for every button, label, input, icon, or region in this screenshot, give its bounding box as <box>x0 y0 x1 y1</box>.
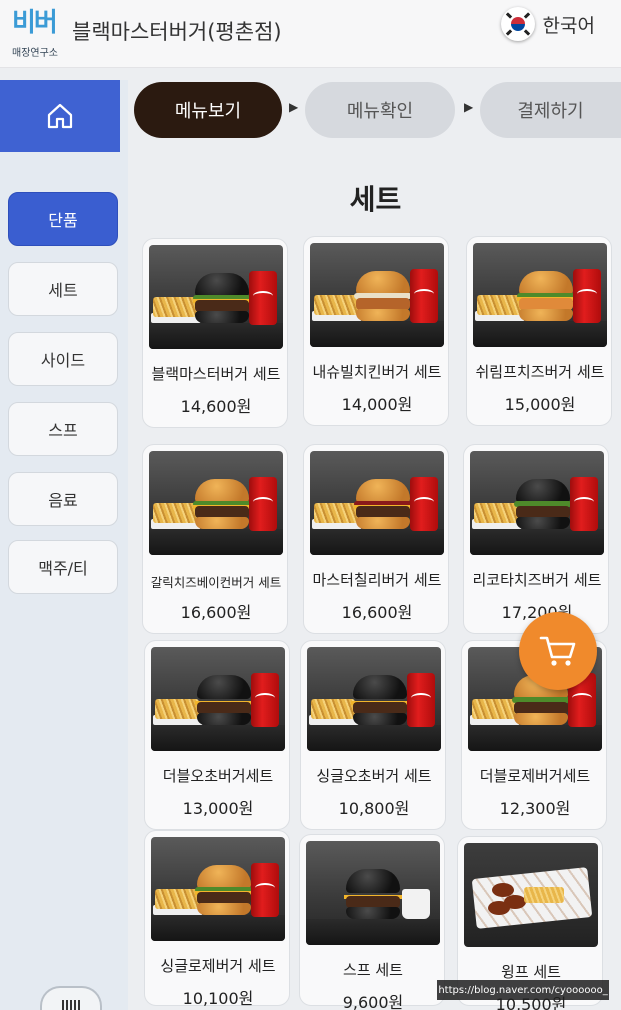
product-price: 16,600원 <box>180 603 252 622</box>
step-arrow-icon: ▶ <box>464 100 474 114</box>
product-price: 14,600원 <box>180 397 252 416</box>
top-bar: 비버 매장연구소 블랙마스터버거(평촌점) 한국어 <box>0 0 621 68</box>
product-name: 스프 세트 <box>343 961 403 979</box>
category-beer-tea[interactable]: 맥주/티 <box>8 540 118 594</box>
product-name: 쉬림프치즈버거 세트 <box>475 363 605 381</box>
product-price: 9,600원 <box>342 993 404 1010</box>
category-set[interactable]: 세트 <box>8 262 118 316</box>
product-price: 10,800원 <box>338 799 410 818</box>
korea-flag-icon <box>500 7 535 41</box>
product-price: 15,000원 <box>504 395 576 414</box>
product-image <box>473 243 607 347</box>
logo-subtitle: 매장연구소 <box>12 48 58 59</box>
product-price: 12,300원 <box>499 799 571 818</box>
category-soup[interactable]: 스프 <box>8 402 118 456</box>
category-sidebar: 단품 세트 사이드 스프 음료 맥주/티 <box>0 80 128 1010</box>
category-side[interactable]: 사이드 <box>8 332 118 386</box>
product-name: 내슈빌치킨버거 세트 <box>312 363 442 381</box>
language-selector[interactable]: 한국어 <box>500 4 595 44</box>
brand-logo: 비버 매장연구소 <box>10 6 66 62</box>
step-arrow-icon: ▶ <box>289 100 299 114</box>
product-card[interactable]: 블랙마스터버거 세트 14,600원 <box>142 238 288 428</box>
product-price: 13,000원 <box>182 799 254 818</box>
product-name: 더블오초버거세트 <box>162 767 274 785</box>
product-card[interactable]: 쉬림프치즈버거 세트 15,000원 <box>466 236 612 426</box>
product-name: 갈릭치즈베이컨버거 세트 <box>150 575 282 590</box>
barcode-icon <box>62 1000 82 1010</box>
cart-icon <box>539 636 576 666</box>
product-image <box>151 647 285 751</box>
product-card[interactable]: 싱글로제버거 세트 10,100원 <box>144 830 290 1008</box>
product-price: 14,000원 <box>341 395 413 414</box>
product-image <box>310 451 444 555</box>
product-image <box>464 843 598 947</box>
product-card[interactable]: 리코타치즈버거 세트 17,200원 <box>463 444 609 634</box>
product-name: 더블로제버거세트 <box>479 767 591 785</box>
home-icon <box>47 103 73 129</box>
product-name: 싱글로제버거 세트 <box>160 957 276 975</box>
step-menu-view[interactable]: 메뉴보기 <box>134 82 282 138</box>
category-single[interactable]: 단품 <box>8 192 118 246</box>
product-image <box>307 647 441 751</box>
home-button[interactable] <box>0 80 120 152</box>
product-name: 리코타치즈버거 세트 <box>472 571 602 589</box>
barcode-scan-button[interactable] <box>40 986 102 1010</box>
product-card[interactable]: 갈릭치즈베이컨버거 세트 16,600원 <box>142 444 288 634</box>
product-card[interactable]: 싱글오초버거 세트 10,800원 <box>300 640 446 830</box>
product-card[interactable]: 내슈빌치킨버거 세트 14,000원 <box>303 236 449 426</box>
product-name: 윙프 세트 <box>501 963 561 981</box>
product-image <box>306 841 440 945</box>
product-image <box>151 837 285 941</box>
product-price: 16,600원 <box>341 603 413 622</box>
logo-mark: 비버 <box>12 8 58 38</box>
product-card[interactable]: 마스터칠리버거 세트 16,600원 <box>303 444 449 634</box>
step-menu-confirm[interactable]: 메뉴확인 <box>305 82 455 138</box>
cart-button[interactable] <box>519 612 597 690</box>
section-title: 세트 <box>349 183 402 216</box>
product-image <box>149 245 283 349</box>
product-name: 싱글오초버거 세트 <box>316 767 432 785</box>
language-label: 한국어 <box>542 14 595 37</box>
product-image <box>149 451 283 555</box>
category-drink[interactable]: 음료 <box>8 472 118 526</box>
product-image <box>310 243 444 347</box>
product-price: 10,100원 <box>182 989 254 1008</box>
product-image <box>470 451 604 555</box>
product-card[interactable]: 더블오초버거세트 13,000원 <box>144 640 290 830</box>
blog-watermark: https://blog.naver.com/cyoooooo_ <box>437 980 609 1000</box>
step-payment[interactable]: 결제하기 <box>480 82 621 138</box>
product-card[interactable]: 스프 세트 9,600원 <box>299 834 445 1010</box>
product-name: 마스터칠리버거 세트 <box>312 571 442 589</box>
store-name: 블랙마스터버거(평촌점) <box>72 20 282 44</box>
product-name: 블랙마스터버거 세트 <box>151 365 281 383</box>
